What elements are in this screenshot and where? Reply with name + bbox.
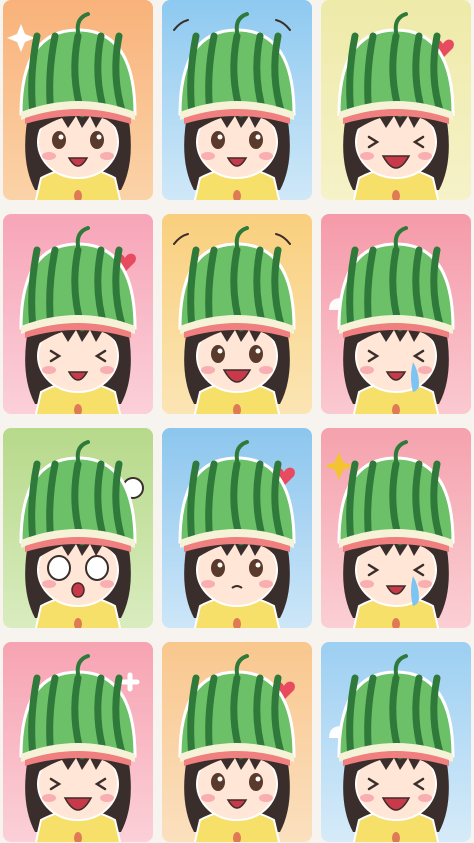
sticker-cell bbox=[321, 642, 471, 842]
sticker-illustration bbox=[3, 214, 153, 414]
blush bbox=[201, 152, 215, 160]
blush bbox=[360, 580, 374, 588]
blush bbox=[100, 794, 114, 802]
sticker-illustration bbox=[321, 642, 471, 842]
sticker-sheet bbox=[0, 0, 474, 843]
sticker-cell bbox=[3, 428, 153, 628]
blush bbox=[259, 366, 273, 374]
watermelon-girl-character bbox=[178, 226, 296, 414]
blush bbox=[360, 366, 374, 374]
watermelon-girl-character bbox=[337, 440, 455, 628]
sticker-illustration bbox=[321, 0, 471, 200]
blush bbox=[201, 580, 215, 588]
blush bbox=[259, 794, 273, 802]
watermelon-girl-character bbox=[19, 12, 137, 200]
blush bbox=[100, 366, 114, 374]
sticker-cell bbox=[3, 0, 153, 200]
eye-highlight bbox=[217, 562, 223, 568]
sticker-cell bbox=[3, 214, 153, 414]
blush bbox=[259, 152, 273, 160]
watermelon-girl-character bbox=[337, 226, 455, 414]
watermelon-girl-character bbox=[178, 12, 296, 200]
sticker-illustration bbox=[3, 428, 153, 628]
eye-highlight bbox=[96, 134, 102, 140]
eye-highlight bbox=[217, 348, 223, 354]
sticker-cell bbox=[321, 0, 471, 200]
eye bbox=[249, 559, 263, 577]
sticker-illustration bbox=[321, 428, 471, 628]
blush bbox=[201, 366, 215, 374]
watermelon-girl-character bbox=[178, 440, 296, 628]
eye-highlight bbox=[217, 776, 223, 782]
sticker-illustration bbox=[162, 428, 312, 628]
sticker-cell bbox=[162, 642, 312, 842]
watermelon-girl-character bbox=[19, 226, 137, 414]
eye bbox=[90, 131, 104, 149]
eye bbox=[211, 773, 225, 791]
eye bbox=[52, 131, 66, 149]
eye-highlight bbox=[217, 134, 223, 140]
sticker-cell bbox=[162, 214, 312, 414]
sticker-illustration bbox=[162, 0, 312, 200]
blush bbox=[201, 794, 215, 802]
watermelon-girl-character bbox=[337, 654, 455, 842]
eye-blank bbox=[85, 555, 109, 581]
mouth bbox=[71, 582, 85, 598]
blush bbox=[418, 152, 432, 160]
sticker-illustration bbox=[162, 642, 312, 842]
eye-highlight bbox=[255, 134, 261, 140]
eye bbox=[211, 345, 225, 363]
blush bbox=[42, 152, 56, 160]
sticker-illustration bbox=[162, 214, 312, 414]
eye-highlight bbox=[255, 776, 261, 782]
eye bbox=[211, 131, 225, 149]
blush bbox=[100, 152, 114, 160]
blush bbox=[360, 152, 374, 160]
sticker-illustration bbox=[3, 642, 153, 842]
eye bbox=[211, 559, 225, 577]
blush bbox=[42, 580, 56, 588]
watermelon-girl-character bbox=[178, 654, 296, 842]
sticker-illustration bbox=[3, 0, 153, 200]
sticker-cell bbox=[321, 428, 471, 628]
sticker-cell bbox=[162, 0, 312, 200]
blush bbox=[259, 580, 273, 588]
blush bbox=[418, 366, 432, 374]
blush bbox=[42, 794, 56, 802]
blush bbox=[42, 366, 56, 374]
blush bbox=[360, 794, 374, 802]
eye bbox=[249, 131, 263, 149]
eye-highlight bbox=[255, 562, 261, 568]
eye-highlight bbox=[255, 348, 261, 354]
blush bbox=[418, 580, 432, 588]
watermelon-girl-character bbox=[19, 654, 137, 842]
eye bbox=[249, 773, 263, 791]
eye-blank bbox=[47, 555, 71, 581]
eye-highlight bbox=[58, 134, 64, 140]
blush bbox=[418, 794, 432, 802]
blush bbox=[100, 580, 114, 588]
watermelon-girl-character bbox=[337, 12, 455, 200]
sticker-cell bbox=[162, 428, 312, 628]
eye bbox=[249, 345, 263, 363]
watermelon-girl-character bbox=[19, 440, 137, 628]
sticker-cell bbox=[321, 214, 471, 414]
sticker-cell bbox=[3, 642, 153, 842]
sticker-illustration bbox=[321, 214, 471, 414]
